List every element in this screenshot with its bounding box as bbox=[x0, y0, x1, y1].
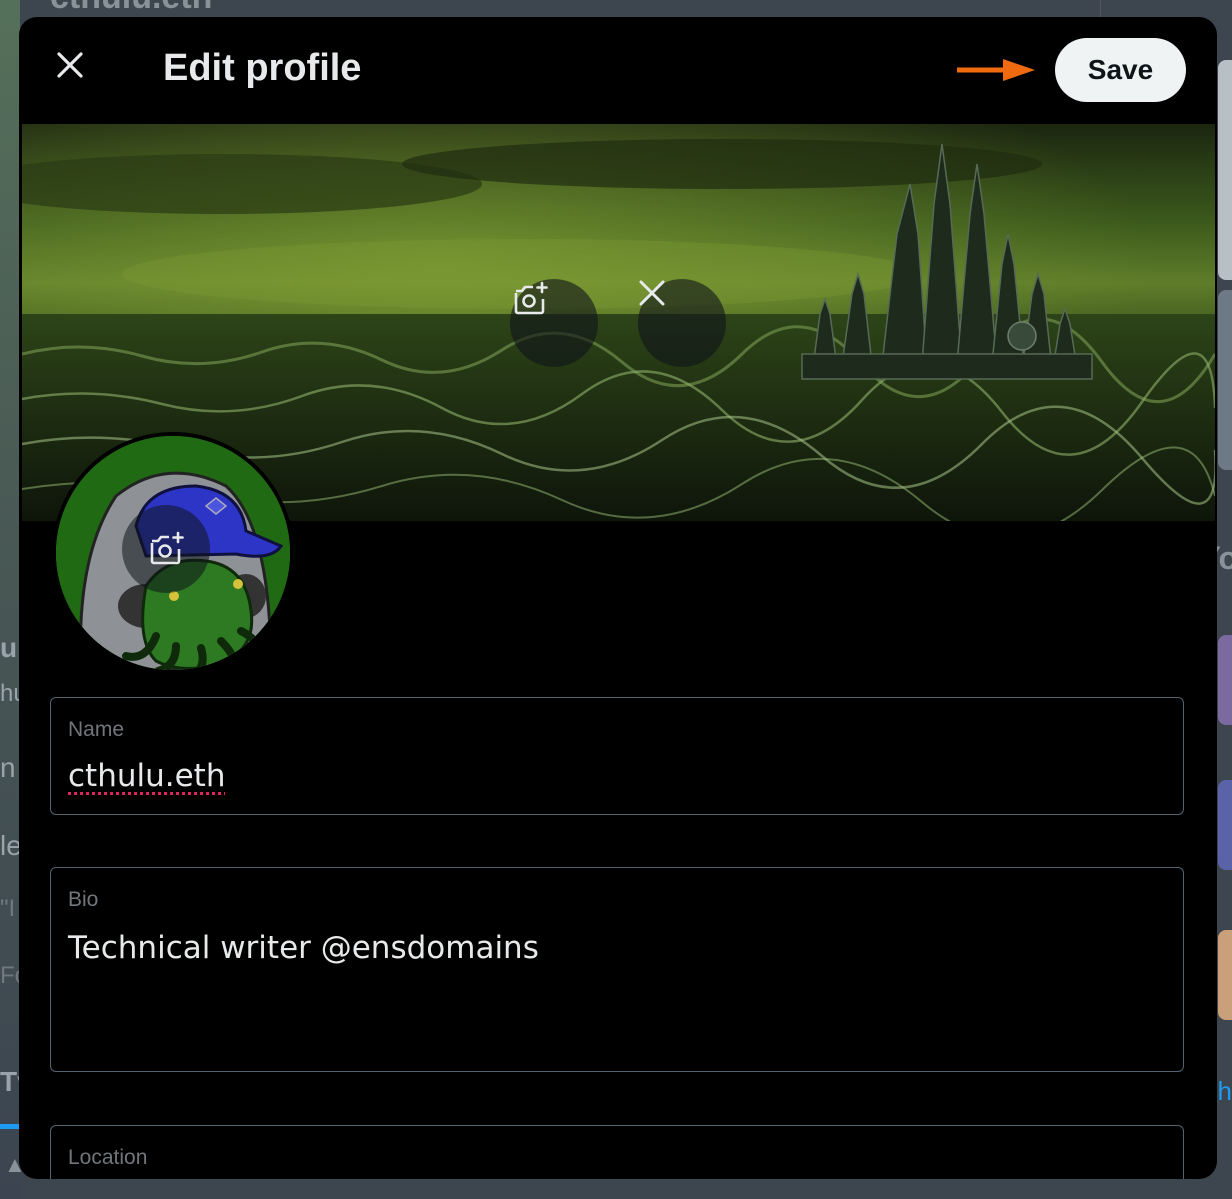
close-icon bbox=[639, 280, 665, 306]
background-avatar bbox=[1218, 930, 1232, 1020]
add-photo-icon bbox=[150, 531, 184, 565]
background-image-thumbnail bbox=[1218, 290, 1232, 470]
location-field[interactable]: Location bbox=[50, 1125, 1184, 1179]
close-button[interactable] bbox=[42, 37, 98, 93]
location-field-label: Location bbox=[68, 1146, 148, 1169]
background-text-fragment: n bbox=[0, 752, 16, 783]
modal-header: Edit profile Save bbox=[19, 17, 1217, 123]
banner-remove-photo-button[interactable] bbox=[638, 279, 726, 367]
bio-textarea[interactable]: Technical writer @ensdomains bbox=[68, 930, 539, 966]
background-avatar bbox=[1218, 635, 1232, 725]
background-avatar bbox=[1218, 780, 1232, 870]
name-input[interactable]: cthulu.eth bbox=[68, 758, 225, 794]
banner-add-photo-button[interactable] bbox=[510, 279, 598, 367]
bio-field[interactable]: Bio Technical writer @ensdomains bbox=[50, 867, 1184, 1072]
close-icon bbox=[57, 52, 83, 78]
edit-profile-modal: Edit profile Save Name cthulu.eth Bio Te… bbox=[19, 17, 1217, 1179]
background-text-fragment: u bbox=[0, 632, 18, 663]
page-title: Edit profile bbox=[163, 47, 362, 89]
save-button[interactable]: Save bbox=[1055, 38, 1186, 102]
background-text-fragment: h bbox=[1217, 1076, 1232, 1106]
add-photo-icon bbox=[514, 281, 548, 315]
name-field-label: Name bbox=[68, 718, 125, 741]
avatar-add-photo-button[interactable] bbox=[122, 505, 210, 593]
background-text-fragment: "I bbox=[0, 895, 16, 922]
background-profile-title: cthulu.eth bbox=[50, 0, 212, 17]
arrow-annotation-icon bbox=[957, 59, 1035, 81]
name-field[interactable]: Name cthulu.eth bbox=[50, 697, 1184, 815]
background-tab-indicator bbox=[0, 1124, 20, 1129]
background-left-column bbox=[0, 0, 20, 1199]
bio-field-label: Bio bbox=[68, 888, 99, 911]
background-image-thumbnail bbox=[1218, 60, 1232, 280]
